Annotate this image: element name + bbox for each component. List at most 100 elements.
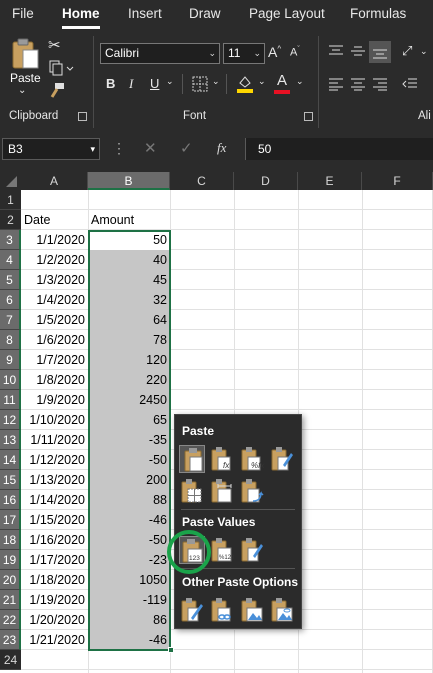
tab-file[interactable]: File — [12, 6, 34, 21]
fill-handle[interactable] — [168, 647, 174, 653]
keep-source-formatting-button[interactable] — [269, 445, 295, 473]
paste-formulas-button[interactable]: fx — [209, 445, 235, 473]
fill-color-icon[interactable] — [236, 73, 254, 93]
font-dialog-launcher-icon[interactable] — [304, 112, 313, 121]
column-header-f[interactable]: F — [362, 172, 433, 190]
paste-button[interactable]: Paste ⌄ — [6, 36, 44, 102]
paste-formulas-number-format-button[interactable]: %fx — [239, 445, 265, 473]
cell-a13[interactable]: 1/11/2020 — [21, 430, 88, 450]
align-left-icon[interactable] — [328, 77, 344, 91]
cell-a2[interactable]: Date — [21, 210, 88, 230]
more-options-icon[interactable]: ⋮ — [112, 140, 126, 157]
paste-link-button[interactable] — [209, 596, 235, 624]
row-header-4[interactable]: 4 — [0, 250, 21, 270]
column-header-e[interactable]: E — [298, 172, 362, 190]
row-header-23[interactable]: 23 — [0, 630, 21, 650]
cell-a11[interactable]: 1/9/2020 — [21, 390, 88, 410]
chevron-down-icon[interactable]: ⌄ — [296, 76, 304, 87]
underline-button[interactable]: U — [150, 76, 159, 91]
cell-a3[interactable]: 1/1/2020 — [21, 230, 88, 250]
cell-a22[interactable]: 1/20/2020 — [21, 610, 88, 630]
column-header-b[interactable]: B — [88, 172, 170, 190]
row-header-6[interactable]: 6 — [0, 290, 21, 310]
paste-picture-button[interactable] — [239, 596, 265, 624]
linked-picture-button[interactable] — [269, 596, 295, 624]
grow-font-icon[interactable]: A^ — [268, 44, 281, 60]
font-name-select[interactable]: Calibri ⌄ — [100, 43, 220, 64]
font-size-select[interactable]: 11 ⌄ — [223, 43, 265, 64]
cell-a17[interactable]: 1/15/2020 — [21, 510, 88, 530]
cancel-icon[interactable]: ✕ — [144, 139, 157, 157]
select-all-corner[interactable] — [0, 172, 21, 190]
cell-a15[interactable]: 1/13/2020 — [21, 470, 88, 490]
cell-a8[interactable]: 1/6/2020 — [21, 330, 88, 350]
cell-a18[interactable]: 1/16/2020 — [21, 530, 88, 550]
clipboard-dialog-launcher-icon[interactable] — [78, 112, 87, 121]
copy-icon[interactable] — [48, 60, 76, 76]
cell-a16[interactable]: 1/14/2020 — [21, 490, 88, 510]
paste-values-number-format-button[interactable]: %123 — [209, 536, 235, 564]
align-middle-icon[interactable] — [350, 44, 366, 58]
formula-input[interactable]: 50 — [245, 138, 433, 160]
align-bottom-button[interactable] — [369, 41, 391, 63]
decrease-indent-icon[interactable] — [402, 77, 418, 91]
row-header-11[interactable]: 11 — [0, 390, 21, 410]
row-header-7[interactable]: 7 — [0, 310, 21, 330]
column-header-d[interactable]: D — [234, 172, 298, 190]
paste-formatting-button[interactable] — [179, 596, 205, 624]
keep-column-widths-button[interactable] — [209, 477, 235, 505]
row-header-10[interactable]: 10 — [0, 370, 21, 390]
tab-home[interactable]: Home — [62, 6, 100, 21]
tab-draw[interactable]: Draw — [189, 6, 221, 21]
cell-a4[interactable]: 1/2/2020 — [21, 250, 88, 270]
row-header-8[interactable]: 8 — [0, 330, 21, 350]
chevron-down-icon[interactable]: ⌄ — [420, 46, 428, 57]
cell-a19[interactable]: 1/17/2020 — [21, 550, 88, 570]
shrink-font-icon[interactable]: Aˇ — [290, 46, 300, 59]
align-right-icon[interactable] — [372, 77, 388, 91]
row-header-13[interactable]: 13 — [0, 430, 21, 450]
insert-function-icon[interactable]: fx — [217, 140, 226, 156]
tab-formulas[interactable]: Formulas — [350, 6, 406, 21]
cell-a10[interactable]: 1/8/2020 — [21, 370, 88, 390]
tab-page-layout[interactable]: Page Layout — [249, 6, 325, 21]
row-header-5[interactable]: 5 — [0, 270, 21, 290]
cell-a12[interactable]: 1/10/2020 — [21, 410, 88, 430]
format-painter-icon[interactable] — [48, 82, 66, 100]
orientation-icon[interactable]: ⤢ — [402, 43, 412, 59]
row-header-18[interactable]: 18 — [0, 530, 21, 550]
cell-a14[interactable]: 1/12/2020 — [21, 450, 88, 470]
tab-insert[interactable]: Insert — [128, 6, 162, 21]
cell-a9[interactable]: 1/7/2020 — [21, 350, 88, 370]
row-header-22[interactable]: 22 — [0, 610, 21, 630]
row-header-17[interactable]: 17 — [0, 510, 21, 530]
font-color-icon[interactable]: A — [277, 72, 287, 89]
row-header-1[interactable]: 1 — [0, 190, 21, 210]
cell-a5[interactable]: 1/3/2020 — [21, 270, 88, 290]
align-top-icon[interactable] — [328, 44, 344, 58]
row-header-3[interactable]: 3 — [0, 230, 21, 250]
cell-a6[interactable]: 1/4/2020 — [21, 290, 88, 310]
row-header-14[interactable]: 14 — [0, 450, 21, 470]
column-header-c[interactable]: C — [170, 172, 234, 190]
cell-b2[interactable]: Amount — [88, 210, 170, 230]
enter-icon[interactable]: ✓ — [180, 139, 193, 157]
transpose-button[interactable] — [239, 477, 265, 505]
row-header-20[interactable]: 20 — [0, 570, 21, 590]
row-header-24[interactable]: 24 — [0, 650, 21, 670]
row-header-19[interactable]: 19 — [0, 550, 21, 570]
row-header-16[interactable]: 16 — [0, 490, 21, 510]
no-borders-button[interactable] — [179, 477, 205, 505]
row-header-2[interactable]: 2 — [0, 210, 21, 230]
chevron-down-icon[interactable]: ⌄ — [258, 76, 266, 87]
row-header-12[interactable]: 12 — [0, 410, 21, 430]
cell-a7[interactable]: 1/5/2020 — [21, 310, 88, 330]
column-header-a[interactable]: A — [21, 172, 88, 190]
cell-a23[interactable]: 1/21/2020 — [21, 630, 88, 650]
cell-a21[interactable]: 1/19/2020 — [21, 590, 88, 610]
name-box[interactable]: B3 ▾ — [2, 138, 100, 160]
row-header-21[interactable]: 21 — [0, 590, 21, 610]
bold-button[interactable]: B — [106, 76, 115, 91]
italic-button[interactable]: I — [129, 76, 133, 92]
borders-icon[interactable] — [192, 76, 208, 92]
